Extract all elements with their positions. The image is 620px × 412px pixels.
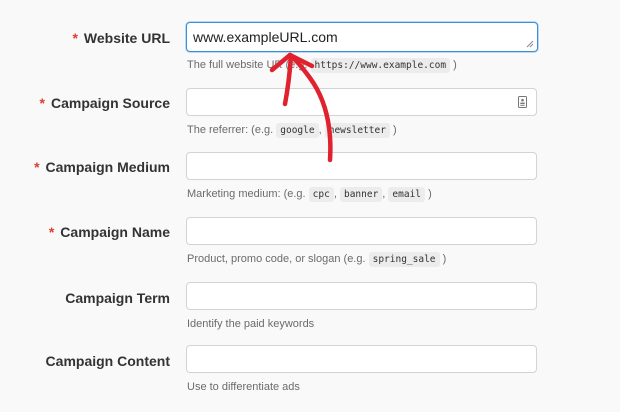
- example-code: email: [388, 187, 426, 202]
- website-url-value: www.exampleURL.com: [193, 29, 338, 45]
- campaign-term-input[interactable]: [186, 282, 537, 310]
- campaign-source-input[interactable]: [186, 88, 537, 116]
- campaign-name-input[interactable]: [186, 217, 537, 245]
- contact-card-icon[interactable]: [518, 96, 527, 108]
- campaign-medium-label: * Campaign Medium: [34, 159, 170, 175]
- required-marker: *: [34, 159, 40, 175]
- example-code: newsletter: [324, 123, 390, 138]
- campaign-content-label: Campaign Content: [45, 353, 170, 369]
- website-url-help: The full website UR (e.g. https://www.ex…: [187, 58, 457, 73]
- campaign-source-label: * Campaign Source: [39, 95, 170, 111]
- campaign-name-help: Product, promo code, or slogan (e.g. spr…: [187, 252, 447, 267]
- campaign-medium-help: Marketing medium: (e.g. cpc, banner, ema…: [187, 187, 432, 202]
- website-url-input[interactable]: www.exampleURL.com: [186, 22, 538, 52]
- campaign-term-help: Identify the paid keywords: [187, 318, 315, 330]
- campaign-medium-input[interactable]: [186, 152, 537, 180]
- campaign-content-help: Use to differentiate ads: [187, 381, 300, 393]
- resize-grip-icon[interactable]: [526, 40, 534, 48]
- required-marker: *: [72, 30, 78, 46]
- required-marker: *: [39, 95, 45, 111]
- example-code: banner: [339, 187, 383, 202]
- website-url-label: * Website URL: [72, 30, 170, 46]
- example-code: spring_sale: [368, 252, 440, 267]
- campaign-source-help: The referrer: (e.g. google, newsletter ): [187, 123, 397, 138]
- example-code: google: [276, 123, 319, 138]
- campaign-name-label: * Campaign Name: [48, 224, 170, 240]
- required-marker: *: [48, 224, 55, 240]
- campaign-term-label: Campaign Term: [65, 290, 170, 306]
- example-code: cpc: [308, 187, 334, 202]
- campaign-content-input[interactable]: [186, 345, 537, 373]
- example-code: https://www.example.com: [310, 58, 451, 73]
